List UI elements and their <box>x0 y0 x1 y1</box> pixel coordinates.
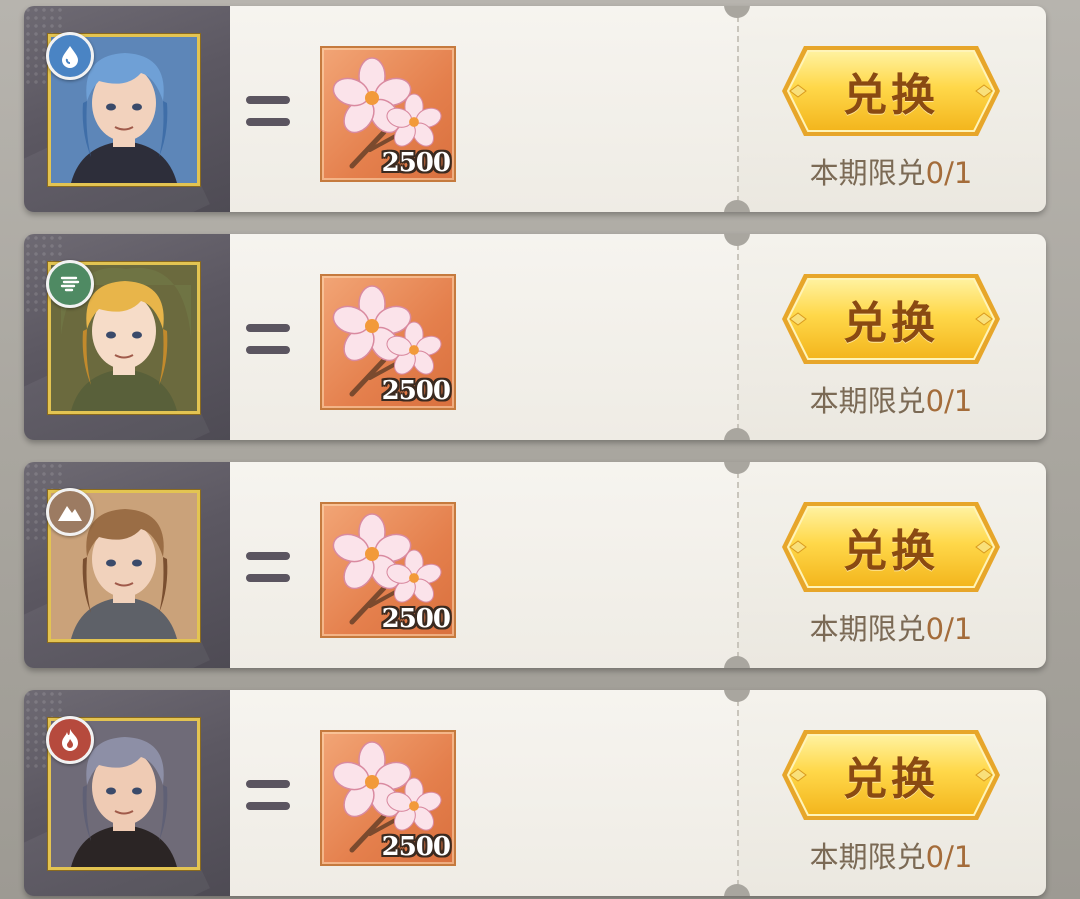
exchange-button-label: 兑换 <box>843 298 939 349</box>
cherry-blossom-icon[interactable]: 2500 <box>320 730 456 866</box>
exchange-button[interactable]: 兑换 <box>780 728 1002 822</box>
exchange-row: 2500 兑换 本期限兑0/1 <box>24 690 1046 896</box>
equals-icon <box>246 552 290 582</box>
item-count: 2500 <box>381 376 451 406</box>
cherry-blossom-icon[interactable]: 2500 <box>320 502 456 638</box>
exchange-button-label: 兑换 <box>843 754 939 805</box>
item-count: 2500 <box>381 604 451 634</box>
equals-icon <box>246 780 290 810</box>
equals-icon <box>246 96 290 126</box>
exchange-limit: 本期限兑0/1 <box>784 834 998 876</box>
exchange-list: 2500 兑换 本期限兑0/1 2500 兑换 本期限兑0/1 2500 兑换 … <box>0 0 1080 899</box>
reward-panel <box>230 234 738 440</box>
exchange-button[interactable]: 兑换 <box>780 44 1002 138</box>
limit-label: 本期限兑 <box>809 384 926 418</box>
equals-icon <box>246 324 290 354</box>
cherry-blossom-icon[interactable]: 2500 <box>320 274 456 410</box>
dashed-divider <box>737 700 739 886</box>
dashed-divider <box>737 244 739 430</box>
cherry-blossom-icon[interactable]: 2500 <box>320 46 456 182</box>
reward-panel <box>230 462 738 668</box>
limit-count: 0/1 <box>925 156 973 190</box>
limit-count: 0/1 <box>925 612 973 646</box>
exchange-button[interactable]: 兑换 <box>780 272 1002 366</box>
exchange-limit: 本期限兑0/1 <box>784 606 998 648</box>
exchange-button[interactable]: 兑换 <box>780 500 1002 594</box>
reward-panel <box>230 6 738 212</box>
item-count: 2500 <box>381 832 451 862</box>
mountain-icon <box>46 488 94 536</box>
limit-label: 本期限兑 <box>809 612 926 646</box>
limit-count: 0/1 <box>925 840 973 874</box>
exchange-row: 2500 兑换 本期限兑0/1 <box>24 234 1046 440</box>
exchange-button-label: 兑换 <box>843 526 939 577</box>
dashed-divider <box>737 472 739 658</box>
dashed-divider <box>737 16 739 202</box>
wind-swirl-icon <box>46 260 94 308</box>
exchange-limit: 本期限兑0/1 <box>784 150 998 192</box>
limit-label: 本期限兑 <box>809 840 926 874</box>
exchange-row: 2500 兑换 本期限兑0/1 <box>24 6 1046 212</box>
item-count: 2500 <box>381 148 451 178</box>
exchange-limit: 本期限兑0/1 <box>784 378 998 420</box>
water-drop-icon <box>46 32 94 80</box>
reward-panel <box>230 690 738 896</box>
limit-count: 0/1 <box>925 384 973 418</box>
exchange-row: 2500 兑换 本期限兑0/1 <box>24 462 1046 668</box>
flame-icon <box>46 716 94 764</box>
limit-label: 本期限兑 <box>809 156 926 190</box>
exchange-button-label: 兑换 <box>843 70 939 121</box>
